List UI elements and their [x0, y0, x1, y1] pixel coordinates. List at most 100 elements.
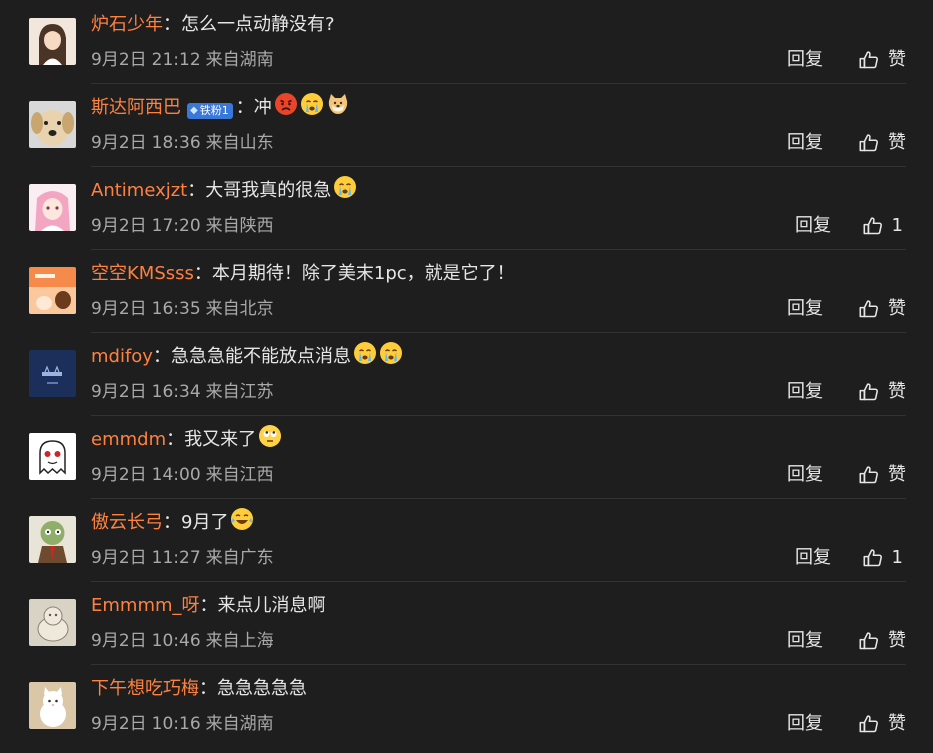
comment-text: 怎么一点动静没有?: [181, 14, 335, 35]
comment-content: emmdm ： 我又来了: [91, 425, 282, 453]
username-link[interactable]: 傲云长弓: [91, 510, 163, 536]
reply-button[interactable]: 回复: [787, 713, 823, 735]
username-link[interactable]: 下午想吃巧梅: [91, 676, 199, 702]
comment-content: Antimexjzt ： 大哥我真的很急: [91, 175, 357, 204]
comment-list: 炉石少年 ： 怎么一点动静没有? 9月2日 21:12 来自湖南 回复 赞 斯达阿西…: [0, 0, 933, 747]
avatar[interactable]: [29, 184, 76, 231]
reply-button[interactable]: 回复: [787, 464, 823, 486]
avatar[interactable]: [29, 267, 76, 314]
colon-separator: ：: [166, 429, 185, 450]
diamond-icon: ◆: [190, 105, 198, 116]
like-count: 赞: [888, 630, 906, 651]
comment-meta: 9月2日 16:35 来自北京: [91, 298, 274, 320]
comment-date: 9月2日: [91, 465, 147, 485]
comment-location: 来自陕西: [205, 216, 274, 236]
comment-location: 来自北京: [205, 299, 274, 319]
avatar[interactable]: [29, 18, 76, 65]
comment-text: 大哥我真的很急: [205, 180, 332, 201]
avatar[interactable]: [29, 101, 76, 148]
username-link[interactable]: Emmmm_呀: [91, 593, 200, 619]
like-button[interactable]: 赞: [858, 380, 906, 404]
like-count: 赞: [888, 381, 906, 402]
comment-date: 9月2日: [91, 714, 147, 734]
username-link[interactable]: 斯达阿西巴: [91, 95, 181, 121]
like-button[interactable]: 赞: [858, 297, 906, 321]
like-button[interactable]: 1: [862, 214, 903, 238]
comment-meta: 9月2日 17:20 来自陕西: [91, 215, 274, 237]
crying-face-icon: [300, 92, 324, 116]
comment-item: mdifoy ： 急急急能不能放点消息 9月2日 16:34 来自江苏 回复 赞: [0, 332, 933, 415]
comment-meta: 9月2日 10:16 来自湖南: [91, 713, 274, 735]
like-button[interactable]: 1: [862, 546, 903, 570]
reply-button[interactable]: 回复: [795, 547, 831, 569]
comment-date: 9月2日: [91, 382, 147, 402]
comment-date: 9月2日: [91, 216, 147, 236]
comment-location: 来自广东: [205, 548, 274, 568]
avatar-image: [29, 682, 76, 729]
comment-content: 下午想吃巧梅 ： 急急急急急: [91, 676, 307, 702]
comment-content: 炉石少年 ： 怎么一点动静没有?: [91, 12, 335, 38]
reply-button[interactable]: 回复: [787, 298, 823, 320]
comment-date: 9月2日: [91, 133, 147, 153]
reply-button[interactable]: 回复: [787, 381, 823, 403]
colon-separator: ：: [163, 512, 181, 533]
thumbs-up-icon: [862, 215, 884, 237]
avatar[interactable]: [29, 682, 76, 729]
comment-content: 斯达阿西巴 ◆ 铁粉1 ： 冲: [91, 92, 350, 121]
colon-separator: ：: [187, 180, 206, 201]
avatar-image: [29, 101, 76, 148]
avatar[interactable]: [29, 433, 76, 480]
avatar-image: [29, 350, 76, 397]
comment-item: 空空KMSsss ： 本月期待！除了美末1pc，就是它了！ 9月2日 16:35 来…: [0, 249, 933, 332]
like-button[interactable]: 赞: [858, 712, 906, 736]
avatar[interactable]: [29, 350, 76, 397]
avatar[interactable]: [29, 516, 76, 563]
username-link[interactable]: mdifoy: [91, 344, 153, 370]
username-link[interactable]: 炉石少年: [91, 12, 163, 38]
reply-button[interactable]: 回复: [795, 215, 831, 237]
comment-item: Emmmm_呀 ： 来点儿消息啊 9月2日 10:46 来自上海 回复 赞: [0, 581, 933, 664]
comment-text: 来点儿消息啊: [217, 595, 326, 616]
comment-date: 9月2日: [91, 631, 147, 651]
like-button[interactable]: 赞: [858, 131, 906, 155]
thumbs-up-icon: [858, 298, 880, 320]
comment-item: emmdm ： 我又来了 9月2日 14:00 来自江西 回复 赞: [0, 415, 933, 498]
thumbs-up-icon: [858, 381, 880, 403]
fan-badge: ◆ 铁粉1: [187, 102, 233, 119]
comment-item: 傲云长弓 ： 9月了 9月2日 11:27 来自广东 回复 1: [0, 498, 933, 581]
thumbs-up-icon: [858, 713, 880, 735]
comment-time: 14:00: [151, 465, 201, 485]
comment-item: 下午想吃巧梅 ： 急急急急急 9月2日 10:16 来自湖南 回复 赞: [0, 664, 933, 747]
laughing-crying-icon: [230, 507, 254, 531]
username-link[interactable]: 空空KMSsss: [91, 261, 194, 287]
crying-face-icon: [353, 341, 377, 365]
colon-separator: ：: [163, 14, 181, 35]
angry-face-icon: [274, 92, 298, 116]
avatar-image: [29, 18, 76, 65]
like-count: 赞: [888, 132, 906, 153]
comment-content: 空空KMSsss ： 本月期待！除了美末1pc，就是它了！: [91, 261, 515, 287]
colon-separator: ：: [199, 595, 218, 616]
reply-button[interactable]: 回复: [787, 630, 823, 652]
like-button[interactable]: 赞: [858, 48, 906, 72]
like-button[interactable]: 赞: [858, 629, 906, 653]
comment-content: Emmmm_呀 ： 来点儿消息啊: [91, 593, 326, 619]
comment-item: 炉石少年 ： 怎么一点动静没有? 9月2日 21:12 来自湖南 回复 赞: [0, 0, 933, 83]
comment-meta: 9月2日 10:46 来自上海: [91, 630, 274, 652]
username-link[interactable]: Antimexjzt: [91, 178, 187, 204]
reply-button[interactable]: 回复: [787, 49, 823, 71]
username-link[interactable]: emmdm: [91, 427, 166, 453]
avatar-image: [29, 184, 76, 231]
like-count: 1: [891, 215, 903, 236]
like-button[interactable]: 赞: [858, 463, 906, 487]
avatar-image: [29, 599, 76, 646]
crying-face-icon: [333, 175, 357, 199]
colon-separator: ：: [235, 97, 254, 118]
reply-button[interactable]: 回复: [787, 132, 823, 154]
comment-text: 我又来了: [184, 429, 257, 450]
avatar[interactable]: [29, 599, 76, 646]
comment-location: 来自江苏: [205, 382, 274, 402]
like-count: 1: [891, 547, 903, 568]
comment-time: 16:34: [151, 382, 201, 402]
comment-location: 来自上海: [205, 631, 274, 651]
